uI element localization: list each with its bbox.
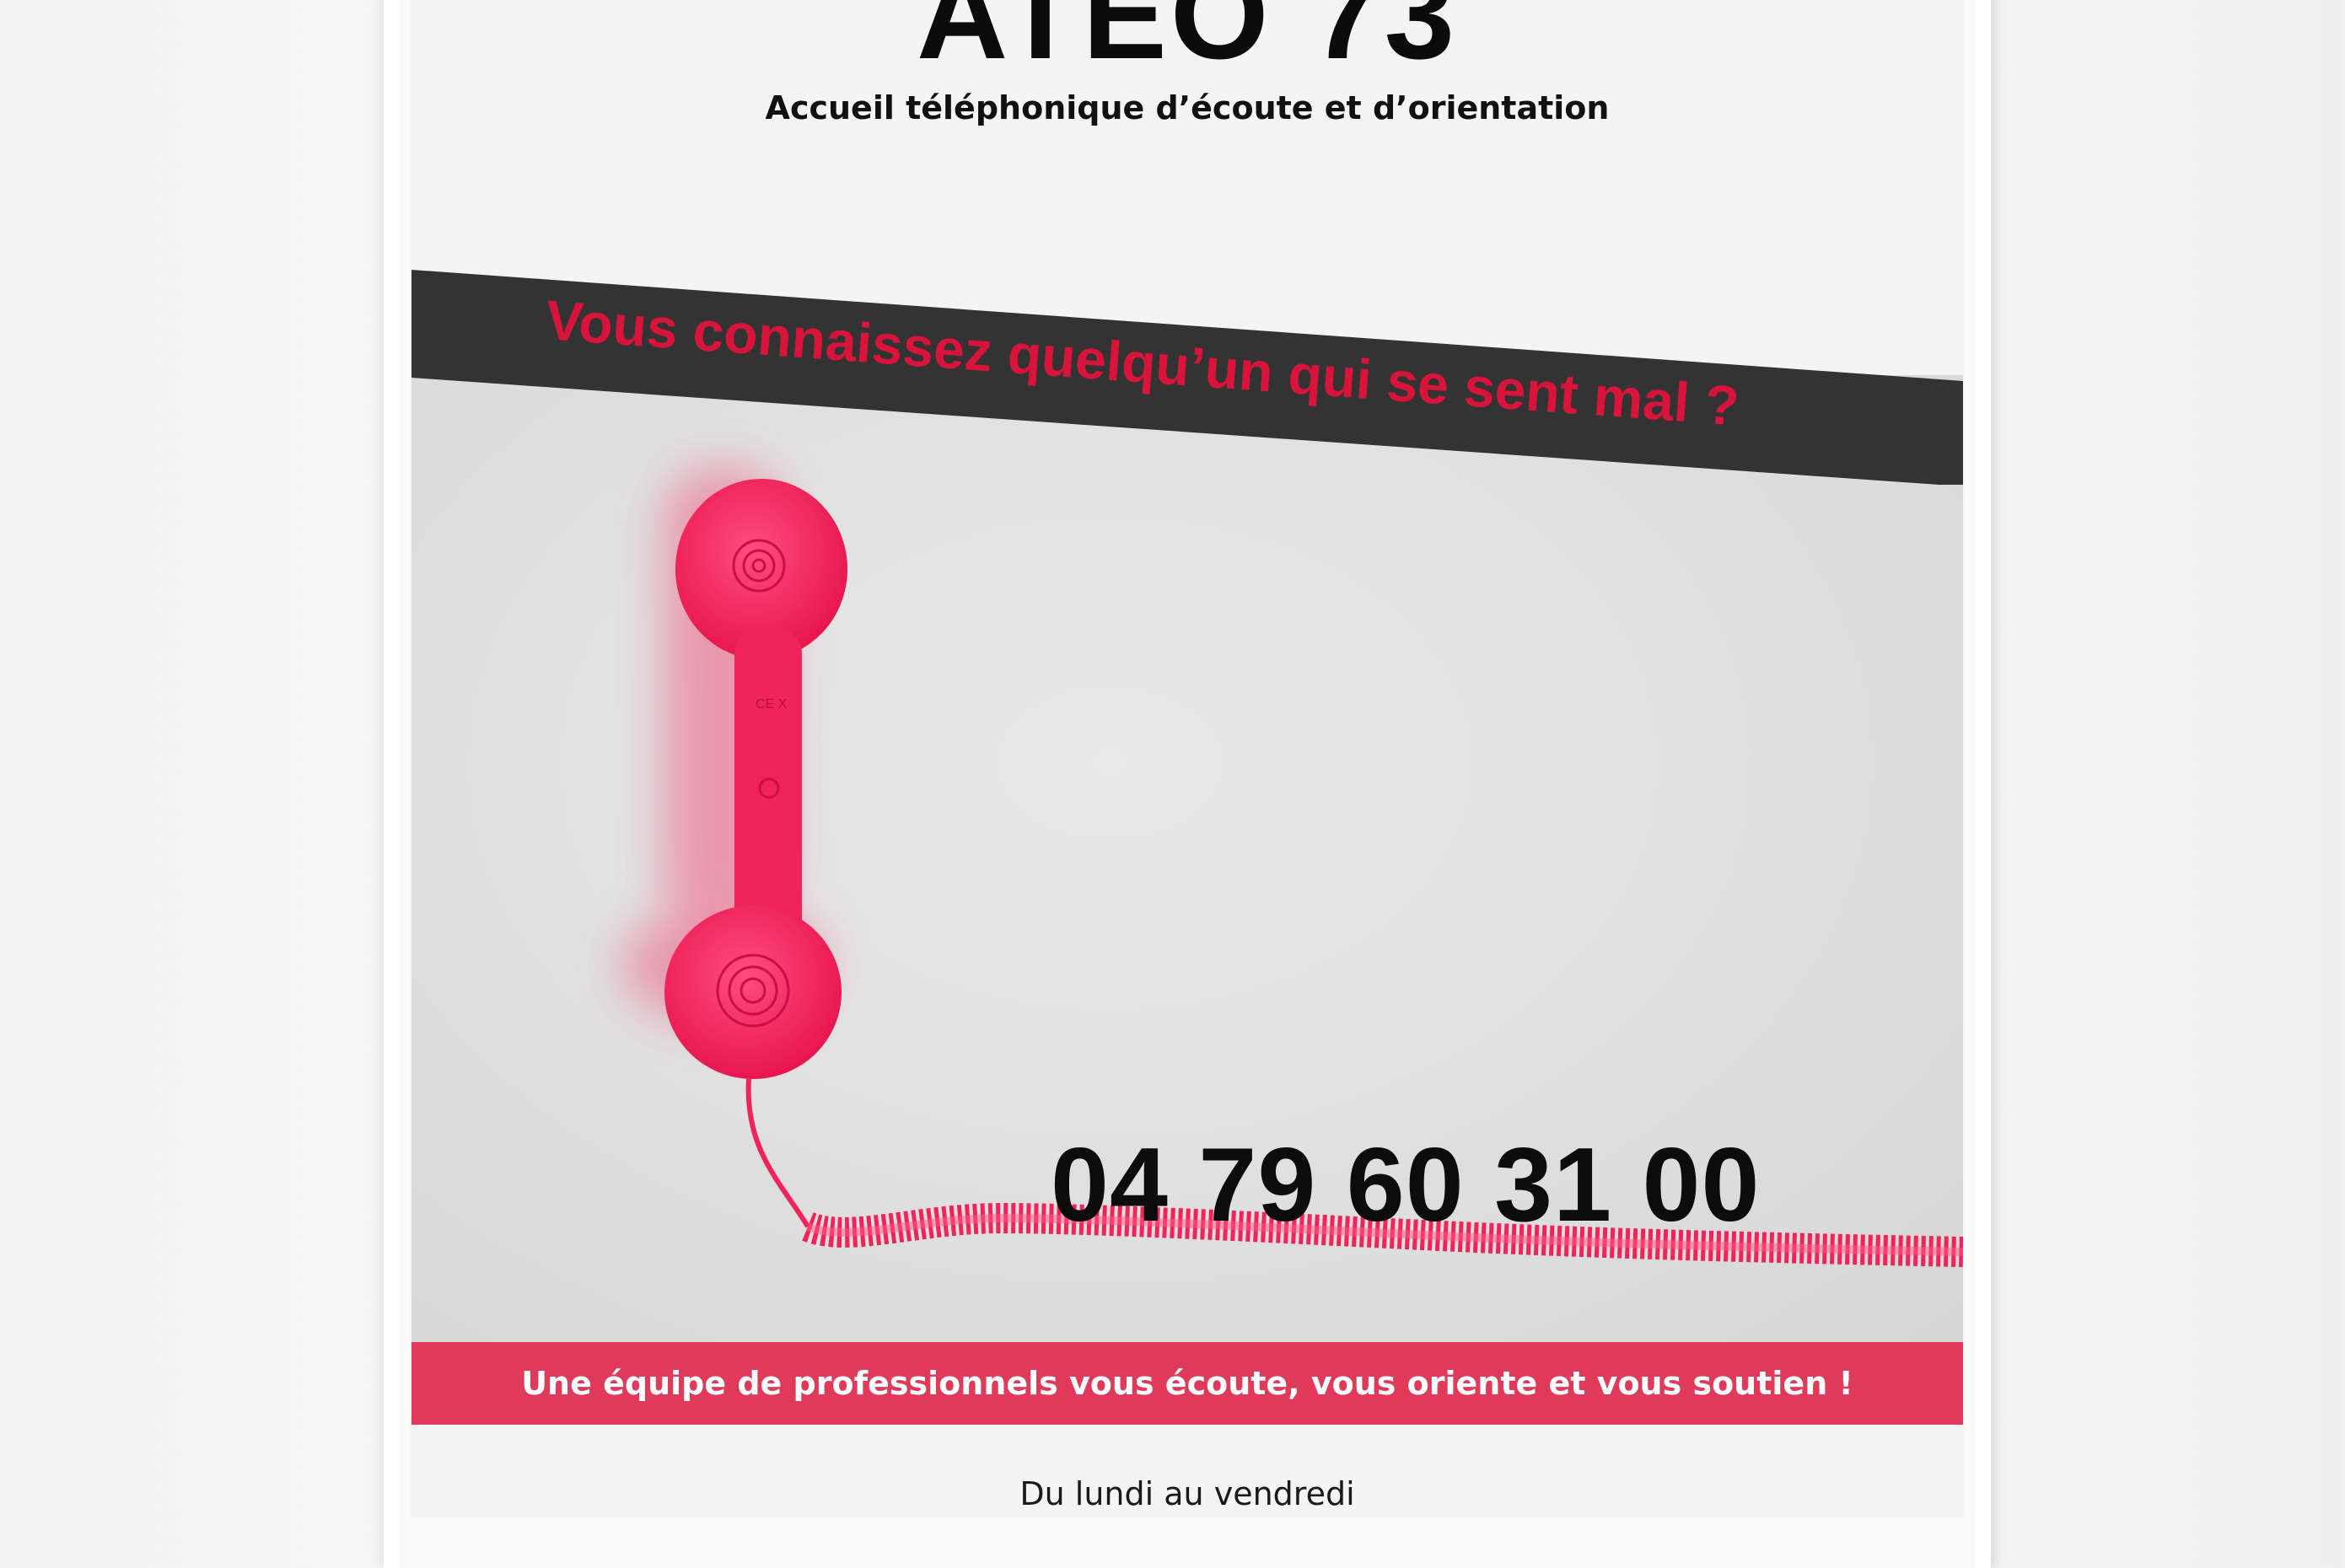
tagline-bar: Une équipe de professionnels vous écoute…: [411, 1342, 1963, 1425]
phone-number: 04 79 60 31 00: [1051, 1127, 1761, 1243]
poster: ATEO 73 Accueil téléphonique d’écoute et…: [410, 0, 1965, 1517]
poster-title: ATEO 73: [916, 0, 1459, 85]
phone-photo: CE X 04 79 60 31 00: [411, 375, 1963, 1345]
svg-text:CE X: CE X: [756, 697, 788, 712]
poster-subtitle: Accueil téléphonique d’écoute et d’orien…: [765, 89, 1610, 126]
tagline-text: Une équipe de professionnels vous écoute…: [521, 1365, 1853, 1402]
schedule-text: Du lundi au vendredi: [1019, 1475, 1355, 1512]
banner: Vous connaissez quelqu’un qui se sent ma…: [411, 270, 1963, 485]
